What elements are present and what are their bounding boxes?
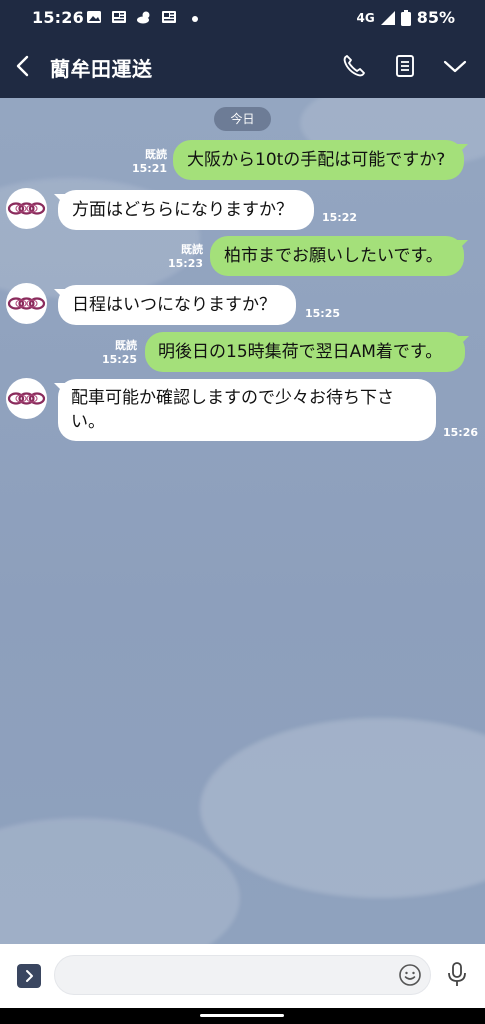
- message-text: 大阪から10tの手配は可能ですか?: [187, 150, 446, 170]
- chevron-down-icon[interactable]: [441, 52, 469, 80]
- read-receipt: 既読: [115, 339, 137, 352]
- battery-icon: [400, 9, 411, 26]
- read-receipt: 既読: [181, 243, 203, 256]
- notification-icons: [86, 9, 198, 25]
- message-bubble-incoming[interactable]: 日程はいつになりますか？: [58, 285, 296, 325]
- chat-area[interactable]: 今日 既読 15:21 大阪から10tの手配は可能ですか? 方面はどちらになりま…: [0, 98, 485, 944]
- message-bubble-incoming[interactable]: 配車可能か確認しますので少々お待ち下さい。: [58, 379, 436, 441]
- expand-menu-button[interactable]: [17, 964, 41, 988]
- system-nav-bar: [0, 1008, 485, 1024]
- message-bubble-outgoing[interactable]: 大阪から10tの手配は可能ですか?: [173, 140, 464, 180]
- message-meta: 既読 15:25: [77, 339, 137, 367]
- message-input-bar: [0, 944, 485, 1008]
- more-notifications-dot: [192, 16, 198, 22]
- background-cloud: [200, 718, 485, 898]
- news-notification-icon-2: [162, 11, 176, 23]
- contact-avatar[interactable]: [6, 378, 47, 419]
- message-text: 配車可能か確認しますので少々お待ち下さい。: [71, 388, 394, 432]
- status-right: 4G 85%: [357, 8, 456, 27]
- contact-avatar[interactable]: [6, 283, 47, 324]
- message-text: 方面はどちらになりますか？: [72, 200, 293, 220]
- contact-avatar[interactable]: [6, 188, 47, 229]
- message-time: 15:25: [101, 353, 137, 366]
- date-separator: 今日: [214, 107, 271, 131]
- message-time: 15:26: [443, 426, 479, 439]
- signal-icon: [380, 10, 395, 25]
- message-meta: 既読 15:21: [107, 148, 167, 176]
- status-bar: 15:26 4G 85%: [0, 0, 485, 34]
- message-time: 15:22: [322, 211, 358, 224]
- weather-notification-icon: [137, 11, 150, 24]
- background-cloud: [0, 818, 240, 944]
- message-input[interactable]: [54, 955, 431, 995]
- message-meta: 既読 15:23: [143, 243, 203, 271]
- network-type: 4G: [356, 10, 375, 25]
- message-time: 15:25: [305, 307, 341, 320]
- company-logo-icon: [7, 392, 46, 405]
- phone-icon[interactable]: [340, 52, 368, 80]
- notes-icon[interactable]: [391, 52, 419, 80]
- read-receipt: 既読: [145, 148, 167, 161]
- message-time: 15:23: [167, 257, 203, 270]
- status-time: 15:26: [32, 8, 84, 27]
- chat-header: 藺牟田運送: [0, 34, 485, 98]
- chat-title[interactable]: 藺牟田運送: [50, 53, 153, 82]
- message-text: 日程はいつになりますか？: [72, 295, 276, 315]
- news-notification-icon: [112, 11, 126, 23]
- message-bubble-outgoing[interactable]: 柏市までお願いしたいです。: [210, 236, 464, 276]
- home-gesture-handle[interactable]: [200, 1014, 284, 1017]
- message-bubble-incoming[interactable]: 方面はどちらになりますか？: [58, 190, 314, 230]
- message-text: 柏市までお願いしたいです。: [224, 246, 443, 266]
- battery-percent: 85%: [416, 8, 455, 27]
- image-notification-icon: [87, 11, 101, 23]
- message-time: 15:21: [131, 162, 167, 175]
- back-arrow-icon[interactable]: [12, 52, 36, 80]
- emoji-icon[interactable]: [398, 963, 422, 987]
- company-logo-icon: [7, 202, 46, 215]
- message-bubble-outgoing[interactable]: 明後日の15時集荷で翌日AM着です。: [145, 332, 465, 372]
- expand-icon: [26, 970, 33, 982]
- message-text: 明後日の15時集荷で翌日AM着です。: [158, 342, 443, 362]
- company-logo-icon: [7, 297, 46, 310]
- mic-icon[interactable]: [446, 961, 468, 989]
